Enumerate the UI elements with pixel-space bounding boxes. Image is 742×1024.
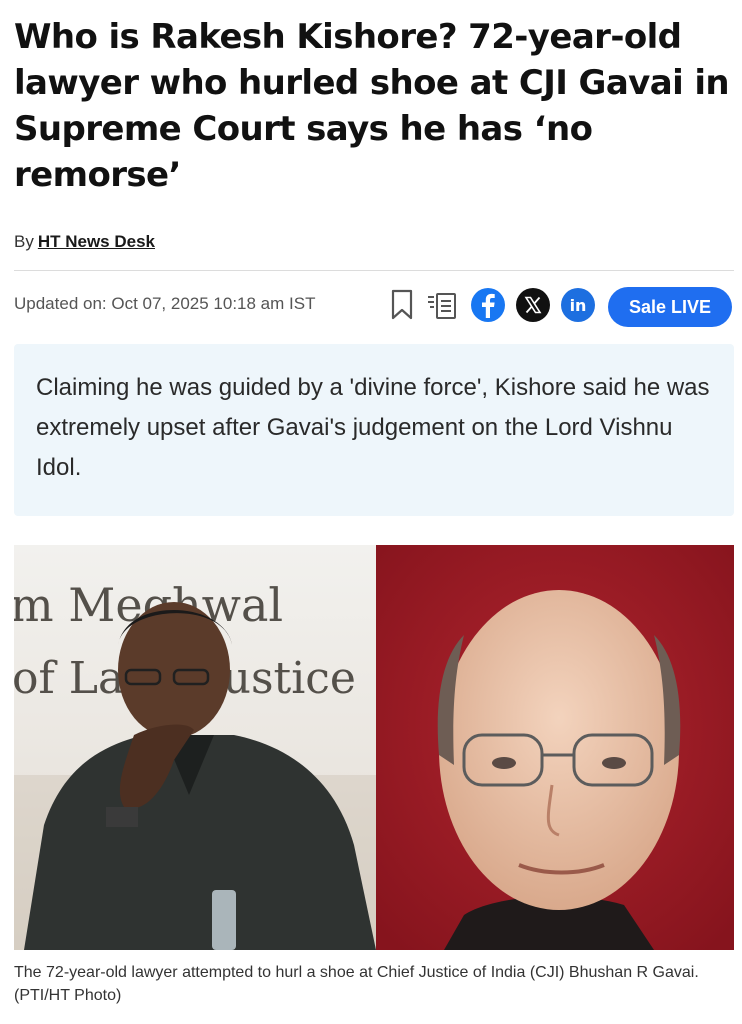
article-icon: [428, 293, 456, 319]
article-headline: Who is Rakesh Kishore? 72-year-old lawye…: [14, 17, 730, 195]
divider: [14, 270, 734, 271]
image-caption: The 72-year-old lawyer attempted to hurl…: [14, 964, 699, 1004]
author-link[interactable]: HT News Desk: [38, 232, 155, 251]
article-summary-box: Claiming he was guided by a 'divine forc…: [14, 344, 734, 516]
bookmark-icon: [391, 289, 413, 320]
svg-text:in: in: [570, 296, 587, 315]
sale-live-button[interactable]: Sale LIVE: [608, 287, 732, 327]
bookmark-button[interactable]: [386, 288, 420, 322]
byline: By HT News Desk: [14, 232, 155, 252]
article-view-button[interactable]: [426, 288, 460, 322]
hero-image: m Meghwal of La x Justice: [14, 545, 734, 950]
x-icon: [516, 288, 550, 322]
hero-photo: m Meghwal of La x Justice: [14, 545, 734, 950]
x-share-button[interactable]: [516, 288, 550, 322]
meta-row: Updated on: Oct 07, 2025 10:18 am IST in…: [14, 286, 734, 328]
facebook-share-button[interactable]: [471, 288, 505, 322]
linkedin-icon: in: [561, 288, 595, 322]
facebook-icon: [471, 288, 505, 322]
article-summary: Claiming he was guided by a 'divine forc…: [36, 374, 710, 481]
byline-prefix: By: [14, 232, 34, 251]
updated-timestamp: Updated on: Oct 07, 2025 10:18 am IST: [14, 294, 316, 313]
linkedin-share-button[interactable]: in: [561, 288, 595, 322]
